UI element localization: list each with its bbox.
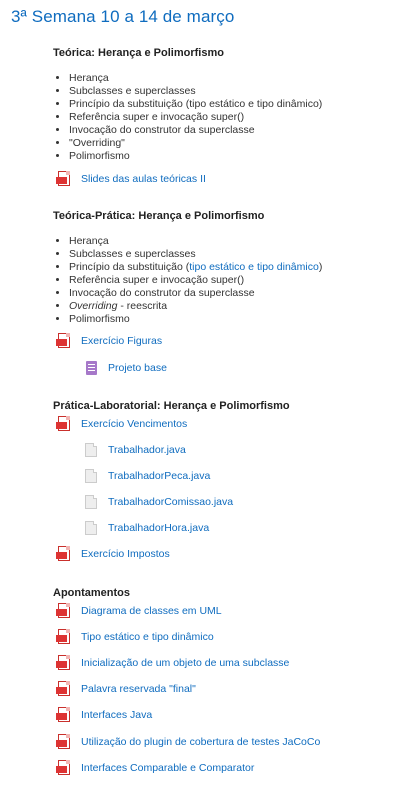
resource-link[interactable]: Inicialização de um objeto de uma subcla… [81,657,289,669]
list-item: Invocação do construtor da superclasse [69,287,413,300]
list-item: Subclasses e superclasses [69,85,413,98]
archive-icon [83,360,99,376]
list-item: "Overriding" [69,137,413,150]
resource-link[interactable]: Trabalhador.java [108,444,186,456]
list-item: Referência super e invocação super() [69,274,413,287]
resource-link[interactable]: Palavra reservada "final" [81,683,196,695]
resource-comparable[interactable]: Interfaces Comparable e Comparator [56,759,254,777]
section-pratica-laboratorial: Prática-Laboratorial: Herança e Polimorf… [53,399,413,413]
inline-link[interactable]: tipo estático e tipo dinâmico [189,261,319,273]
resource-link[interactable]: TrabalhadorComissao.java [108,496,233,508]
resource-exercicio-vencimentos[interactable]: Exercício Vencimentos [56,415,187,433]
list-item: Invocação do construtor da superclasse [69,124,413,137]
resource-link[interactable]: Interfaces Java [81,709,152,721]
resource-link[interactable]: Exercício Vencimentos [81,418,187,430]
list-item: Princípio da substituição (tipo estático… [69,261,413,274]
pdf-icon [56,655,72,671]
file-icon [83,468,99,484]
resource-link[interactable]: Exercício Impostos [81,548,170,560]
resource-link[interactable]: TrabalhadorHora.java [108,522,209,534]
pdf-icon [56,681,72,697]
list-text: ) [318,261,323,273]
pdf-icon [56,171,72,187]
list-item: Overriding - reescrita [69,300,413,313]
resource-jacoco[interactable]: Utilização do plugin de cobertura de tes… [56,733,320,751]
resource-link[interactable]: Interfaces Comparable e Comparator [81,762,254,774]
pdf-icon [56,416,72,432]
pdf-icon [56,760,72,776]
resource-exercicio-figuras[interactable]: Exercício Figuras [56,332,162,350]
resource-link[interactable]: Slides das aulas teóricas II [81,173,206,185]
pdf-icon [56,734,72,750]
week-title: 3ª Semana 10 a 14 de março [11,7,235,26]
section-title: Apontamentos [53,587,130,599]
pdf-icon [56,546,72,562]
list-item: Polimorfismo [69,313,413,326]
resource-link[interactable]: TrabalhadorPeca.java [108,470,210,482]
file-icon [83,494,99,510]
resource-link[interactable]: Utilização do plugin de cobertura de tes… [81,736,320,748]
file-icon [83,520,99,536]
list-item: Princípio da substituição (tipo estático… [69,98,413,111]
section-apontamentos: Apontamentos [53,586,413,600]
resource-diagrama-uml[interactable]: Diagrama de classes em UML [56,602,222,620]
resource-palavra-final[interactable]: Palavra reservada "final" [56,680,196,698]
resource-exercicio-impostos[interactable]: Exercício Impostos [56,545,170,563]
resource-link[interactable]: Exercício Figuras [81,335,162,347]
resource-trabalhador-peca[interactable]: TrabalhadorPeca.java [83,467,210,485]
section-title: Teórica: Herança e Polimorfismo [53,47,224,59]
section-title: Prática-Laboratorial: Herança e Polimorf… [53,400,290,412]
list-item: Polimorfismo [69,150,413,163]
file-icon [83,442,99,458]
list-item: Herança [69,235,413,248]
topics-list: Herança Subclasses e superclasses Princí… [53,235,413,326]
resource-link[interactable]: Tipo estático e tipo dinâmico [81,631,214,643]
resource-slides[interactable]: Slides das aulas teóricas II [56,170,206,188]
resource-trabalhador-comissao[interactable]: TrabalhadorComissao.java [83,493,233,511]
list-item: Herança [69,72,413,85]
list-text: Princípio da substituição ( [69,261,190,273]
list-item: Referência super e invocação super() [69,111,413,124]
list-text: - reescrita [117,300,168,312]
section-teorica: Teórica: Herança e Polimorfismo Herança … [53,46,413,163]
resource-trabalhador[interactable]: Trabalhador.java [83,441,186,459]
pdf-icon [56,629,72,645]
resource-projeto-base[interactable]: Projeto base [83,359,167,377]
section-title: Teórica-Prática: Herança e Polimorfismo [53,210,265,222]
resource-trabalhador-hora[interactable]: TrabalhadorHora.java [83,519,209,537]
pdf-icon [56,707,72,723]
resource-link[interactable]: Projeto base [108,362,167,374]
resource-link[interactable]: Diagrama de classes em UML [81,605,222,617]
pdf-icon [56,333,72,349]
pdf-icon [56,603,72,619]
list-item: Subclasses e superclasses [69,248,413,261]
resource-inicializacao[interactable]: Inicialização de um objeto de uma subcla… [56,654,289,672]
section-teorica-pratica: Teórica-Prática: Herança e Polimorfismo … [53,209,413,326]
resource-tipo-estatico[interactable]: Tipo estático e tipo dinâmico [56,628,214,646]
topics-list: Herança Subclasses e superclasses Princí… [53,72,413,163]
list-text: Overriding [69,300,118,312]
resource-interfaces-java[interactable]: Interfaces Java [56,706,152,724]
